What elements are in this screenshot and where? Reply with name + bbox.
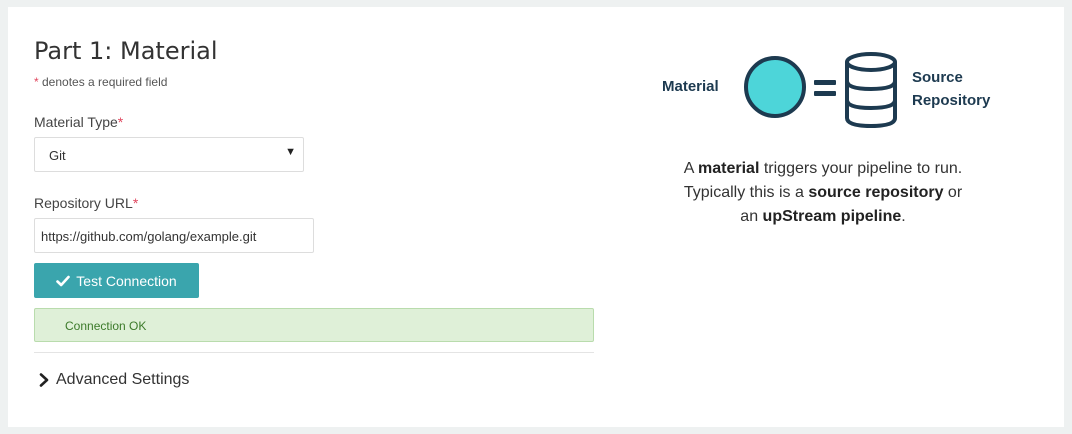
connection-status-alert: Connection OK — [34, 308, 594, 342]
diagram-source-label: Source — [912, 69, 963, 86]
page-title: Part 1: Material — [34, 37, 218, 65]
material-type-label-text: Material Type — [34, 114, 118, 130]
material-type-select[interactable]: Git ▼ — [34, 137, 304, 172]
connection-status-text: Connection OK — [65, 319, 147, 333]
material-type-label: Material Type* — [34, 114, 123, 130]
repository-url-label-text: Repository URL — [34, 195, 133, 211]
repository-url-input[interactable]: https://github.com/golang/example.git — [34, 218, 314, 253]
divider — [34, 352, 594, 353]
desc-bold-source-repository: source repository — [808, 184, 944, 201]
diagram-repository-label: Repository — [912, 92, 991, 109]
advanced-settings-toggle[interactable]: Advanced Settings — [38, 371, 189, 389]
check-icon — [56, 275, 71, 286]
desc-text: triggers your pipeline to run. — [759, 160, 963, 177]
description-line-1: A material triggers your pipeline to run… — [648, 157, 998, 181]
description-line-2: Typically this is a source repository or — [648, 181, 998, 205]
required-star: * — [132, 195, 139, 211]
diagram-source-repository-label: Source Repository — [912, 66, 990, 112]
caret-down-icon: ▼ — [285, 146, 296, 158]
material-type-value: Git — [49, 148, 66, 163]
desc-text: Typically this is a — [683, 184, 809, 201]
material-equals-repository-graphic — [744, 52, 897, 129]
database-icon — [845, 52, 897, 129]
required-star: * — [117, 114, 124, 130]
material-description: A material triggers your pipeline to run… — [648, 157, 998, 229]
description-line-3: an upStream pipeline. — [648, 205, 998, 229]
material-circle-icon — [744, 56, 806, 118]
required-field-note: * denotes a required field — [34, 75, 167, 89]
equals-icon — [814, 80, 836, 96]
diagram-material-label: Material — [662, 78, 719, 95]
desc-text: an — [740, 208, 763, 225]
material-diagram: Material Source Repository — [648, 51, 1048, 131]
advanced-settings-label: Advanced Settings — [56, 371, 190, 388]
required-note-text: denotes a required field — [38, 75, 168, 89]
repository-url-label: Repository URL* — [34, 195, 138, 211]
desc-bold-material: material — [698, 160, 760, 177]
desc-text: . — [901, 208, 906, 225]
desc-text: A — [683, 160, 699, 177]
desc-bold-upstream-pipeline: upStream pipeline — [762, 208, 902, 225]
test-connection-button[interactable]: Test Connection — [34, 263, 199, 298]
desc-text: or — [943, 184, 963, 201]
material-card: Part 1: Material * denotes a required fi… — [8, 7, 1064, 427]
test-connection-label: Test Connection — [76, 272, 177, 289]
chevron-right-icon — [39, 373, 49, 387]
